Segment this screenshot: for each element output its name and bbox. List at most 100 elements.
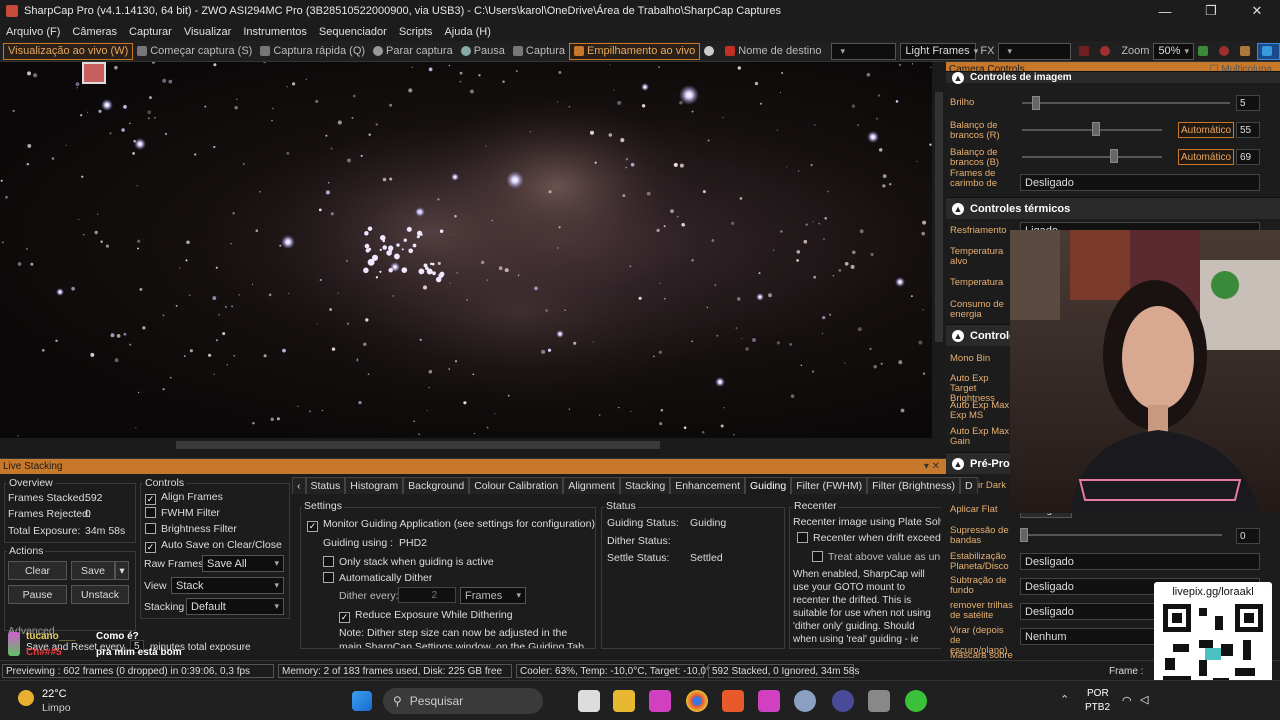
brightness-value[interactable]: 5 <box>1236 95 1260 111</box>
sharpcap-taskbar-icon[interactable] <box>868 690 890 712</box>
dither-every-input[interactable]: 2 <box>398 587 456 603</box>
tab-guiding[interactable]: Guiding <box>745 477 792 494</box>
settings-button[interactable] <box>1215 43 1236 60</box>
menu-help[interactable]: Ajuda (H) <box>438 26 496 38</box>
tab-d[interactable]: D <box>959 477 978 494</box>
file-explorer-icon[interactable] <box>613 690 635 712</box>
stellarium-icon[interactable] <box>832 690 854 712</box>
only-stack-checkbox[interactable]: Only stack when guiding is active <box>323 556 494 568</box>
menu-scripts[interactable]: Scripts <box>393 26 439 38</box>
tray-chevron-icon[interactable]: ⌃ <box>1060 693 1069 706</box>
horizontal-scrollbar[interactable] <box>0 438 932 452</box>
phd2-icon[interactable] <box>905 690 927 712</box>
band-suppress-slider[interactable] <box>1022 534 1222 536</box>
fx-select[interactable] <box>998 42 1072 60</box>
live-stack-button[interactable]: Empilhamento ao vivo <box>569 42 701 60</box>
fwhm-filter-checkbox[interactable]: FWHM Filter <box>145 507 220 519</box>
menu-capture[interactable]: Capturar <box>123 26 178 38</box>
close-button[interactable]: ✕ <box>1234 0 1280 22</box>
volume-icon[interactable]: ◁ <box>1140 693 1148 706</box>
menu-tools[interactable]: Instrumentos <box>237 26 313 38</box>
frame-type-select[interactable]: Light Frames <box>900 42 977 60</box>
brightness-filter-checkbox[interactable]: Brightness Filter <box>145 523 237 535</box>
treat-unbinned-checkbox[interactable]: Treat above value as un-binned <box>812 551 941 563</box>
tools-button[interactable] <box>1236 43 1257 60</box>
wifi-icon[interactable]: ◠ <box>1122 694 1132 707</box>
tab-filter-brightness[interactable]: Filter (Brightness) <box>867 477 960 494</box>
tab-histogram[interactable]: Histogram <box>345 477 404 494</box>
stacking-select[interactable]: Default <box>186 598 284 615</box>
vertical-scrollbar[interactable] <box>932 62 946 452</box>
tab-arrow-left[interactable]: ‹ <box>292 477 306 494</box>
quick-capture-button[interactable]: Captura rápida (Q) <box>256 43 369 60</box>
align-frames-checkbox[interactable]: ✓ Align Frames <box>145 491 223 505</box>
app-icon[interactable] <box>649 690 671 712</box>
tab-alignment[interactable]: Alignment <box>563 477 620 494</box>
wb-red-auto-button[interactable]: Automático <box>1178 122 1234 138</box>
pause-button[interactable]: Pausa <box>457 43 509 60</box>
app-icon-3[interactable] <box>794 690 816 712</box>
tab-background[interactable]: Background <box>403 477 470 494</box>
timestamp-select[interactable]: Desligado <box>1020 174 1260 191</box>
view-select[interactable]: Stack <box>171 577 284 594</box>
preview-image[interactable] <box>0 62 932 438</box>
tab-enhancement[interactable]: Enhancement <box>670 477 746 494</box>
unstack-button[interactable]: Unstack <box>71 585 129 604</box>
autosave-checkbox[interactable]: ✓ Auto Save on Clear/Close <box>145 539 282 553</box>
pause-stack-button[interactable]: Pause <box>8 585 67 604</box>
app-icon-2[interactable] <box>758 690 780 712</box>
close-icon[interactable]: ▾ ✕ <box>924 461 940 472</box>
menu-file[interactable]: Arquivo (F) <box>0 26 66 38</box>
record-toggle[interactable] <box>700 43 721 60</box>
menu-sequencer[interactable]: Sequenciador <box>313 26 393 38</box>
wb-blue-knob[interactable] <box>1110 149 1118 163</box>
start-capture-button[interactable]: Começar captura (S) <box>133 43 256 60</box>
record-indicator-icon[interactable] <box>82 62 106 84</box>
save-dropdown-button[interactable]: ▾ <box>115 561 129 580</box>
zoom-select[interactable]: 50% <box>1153 42 1194 60</box>
tab-colour-calibration[interactable]: Colour Calibration <box>469 477 564 494</box>
chrome-icon[interactable] <box>686 690 708 712</box>
monitor-guiding-checkbox[interactable]: ✓ Monitor Guiding Application (see settin… <box>307 518 595 532</box>
crosshair-button[interactable] <box>1096 43 1117 60</box>
clear-button[interactable]: Clear <box>8 561 67 580</box>
wb-red-value[interactable]: 55 <box>1236 122 1260 138</box>
thermal-controls-section[interactable]: ▲ Controles térmicos <box>946 197 1280 219</box>
histogram-button[interactable] <box>1194 43 1215 60</box>
recenter-drift-checkbox[interactable]: Recenter when drift exceeds <box>797 532 941 544</box>
tab-filter-fwhm[interactable]: Filter (FWHM) <box>791 477 868 494</box>
menu-view[interactable]: Visualizar <box>178 26 238 38</box>
wb-blue-auto-button[interactable]: Automático <box>1178 149 1234 165</box>
save-button[interactable]: Save <box>71 561 115 580</box>
stop-capture-button[interactable]: Parar captura <box>369 43 457 60</box>
windows-start-icon[interactable] <box>352 691 372 711</box>
brightness-knob[interactable] <box>1032 96 1040 110</box>
band-suppress-knob[interactable] <box>1020 528 1028 542</box>
stabilize-select[interactable]: Desligado <box>1020 553 1260 570</box>
live-view-button[interactable]: Visualização ao vivo (W) <box>3 42 134 60</box>
language-2[interactable]: PTB2 <box>1085 702 1110 713</box>
tab-stacking[interactable]: Stacking <box>619 477 671 494</box>
maximize-button[interactable]: ❐ <box>1188 0 1234 22</box>
reduce-exposure-checkbox[interactable]: ✓ Reduce Exposure While Dithering <box>339 609 513 623</box>
wb-blue-slider[interactable] <box>1022 156 1162 158</box>
target-name-select[interactable] <box>831 42 897 60</box>
reticle-button[interactable] <box>1075 43 1096 60</box>
auto-dither-checkbox[interactable]: Automatically Dither <box>323 572 432 584</box>
band-suppress-value[interactable]: 0 <box>1236 528 1260 544</box>
capture-button[interactable]: Captura <box>509 43 569 60</box>
task-view-icon[interactable] <box>578 690 600 712</box>
wb-red-knob[interactable] <box>1092 122 1100 136</box>
menu-cameras[interactable]: Câmeras <box>66 26 123 38</box>
taskbar-search[interactable]: ⚲ Pesquisar <box>383 688 543 714</box>
raw-frames-select[interactable]: Save All <box>202 555 284 572</box>
brightness-slider[interactable] <box>1022 102 1230 104</box>
tab-status[interactable]: Status <box>305 477 346 494</box>
language-1[interactable]: POR <box>1087 688 1109 699</box>
image-controls-section[interactable]: ▲ Controles de imagem <box>946 71 1280 84</box>
brave-icon[interactable] <box>722 690 744 712</box>
wb-blue-value[interactable]: 69 <box>1236 149 1260 165</box>
dither-unit-select[interactable]: Frames <box>460 587 526 604</box>
minimize-button[interactable]: — <box>1142 0 1188 22</box>
focus-button[interactable] <box>1257 42 1280 60</box>
